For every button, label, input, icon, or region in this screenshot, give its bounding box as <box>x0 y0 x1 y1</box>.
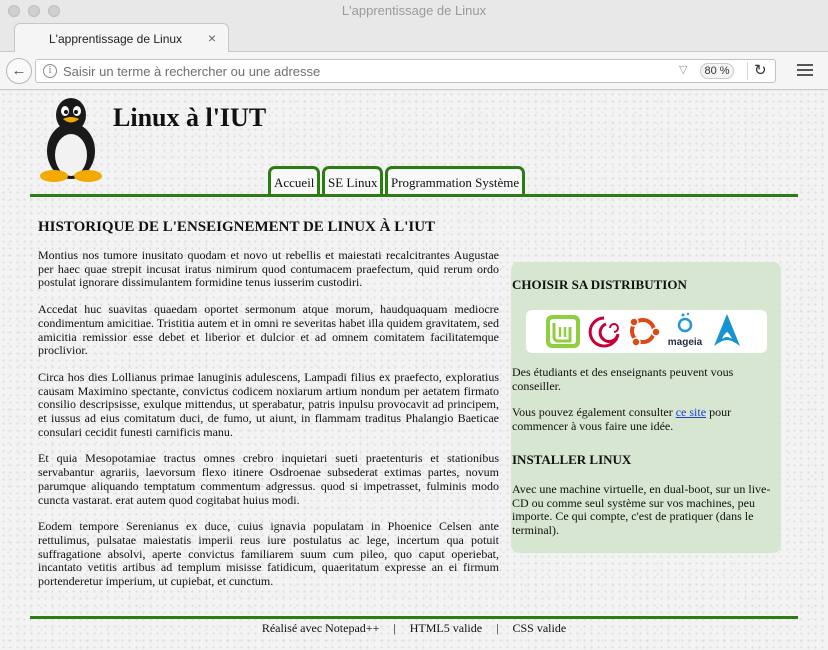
footer-divider <box>30 616 798 619</box>
sidebar-text-advice: Des étudiants et des enseignants peuvent… <box>512 365 734 393</box>
nav-item-programmation-systeme[interactable]: Programmation Système <box>385 166 526 196</box>
distro-logos: mageia <box>546 312 740 348</box>
zoom-level-badge[interactable]: 80 % <box>700 63 734 79</box>
sidebar-text-site: Vous pouvez également consulter ce site … <box>512 405 777 433</box>
tab-bar: L'apprentissage de Linux × + <box>0 22 828 69</box>
footer: Réalisé avec Notepad++ | HTML5 valide | CSS … <box>0 621 828 636</box>
tab-close-icon[interactable]: × <box>208 30 216 46</box>
tab-label: L'apprentissage de Linux <box>49 32 183 46</box>
footer-notepad: Réalisé avec Notepad++ <box>261 621 380 635</box>
window-title: L'apprentissage de Linux <box>341 3 487 18</box>
tab-active[interactable]: L'apprentissage de Linux × <box>14 23 229 53</box>
sidebar-text-site-prefix: Vous pouvez également consulter <box>512 405 676 419</box>
window-titlebar: L'apprentissage de Linux <box>0 0 828 22</box>
article-paragraph: Montius nos tumore inusitato quodam et n… <box>38 248 499 290</box>
nav-item-accueil[interactable]: Accueil <box>268 166 321 196</box>
footer-css-valid: CSS valide <box>512 621 567 635</box>
article-paragraph: Circa hos dies Lollianus primae lanugini… <box>38 369 499 439</box>
article-paragraph: Eodem tempore Serenianus ex duce, cuius … <box>38 519 499 589</box>
sidebar-text-install: Avec une machine virtuelle, en dual-boot… <box>512 482 771 537</box>
nav-item-se-linux[interactable]: SE Linux <box>322 166 384 196</box>
web-page: Linux à l'IUT Accueil SE Linux Programma… <box>0 91 828 650</box>
url-input[interactable] <box>63 62 673 80</box>
hamburger-menu-icon[interactable] <box>797 64 813 78</box>
back-button[interactable]: ← <box>6 58 32 84</box>
footer-html5-valid: HTML5 valide <box>409 621 483 635</box>
distro-logos-panel: mageia <box>526 310 767 353</box>
distro-heading: CHOISIR SA DISTRIBUTION <box>512 277 687 292</box>
mint-logo-icon <box>546 315 580 348</box>
navigation-toolbar: ← i ▽ 80 % ↻ <box>0 52 828 90</box>
install-heading: INSTALLER LINUX <box>512 452 632 467</box>
article-body: Montius nos tumore inusitato quodam et n… <box>38 248 499 602</box>
header-divider <box>30 194 798 197</box>
mageia-logo-icon: mageia <box>668 312 703 348</box>
ubuntu-logo-icon <box>629 317 661 347</box>
reload-icon[interactable]: ↻ <box>754 61 767 79</box>
mageia-wordmark: mageia <box>668 337 703 348</box>
article-title: HISTORIQUE DE L'ENSEIGNEMENT DE LINUX À … <box>38 219 436 235</box>
info-icon[interactable]: i <box>43 64 57 78</box>
debian-logo-icon <box>588 316 620 348</box>
ce-site-link[interactable]: ce site <box>676 405 706 419</box>
arch-logo-icon <box>714 314 740 346</box>
article-paragraph: Accedat huc suavitas quaedam oportet ser… <box>38 302 499 358</box>
pocket-icon[interactable]: ▽ <box>679 63 687 76</box>
url-bar[interactable]: i ▽ 80 % ↻ <box>35 59 776 83</box>
urlbar-divider <box>747 62 748 80</box>
site-title: Linux à l'IUT <box>113 103 267 132</box>
tux-penguin-logo <box>40 98 102 182</box>
article-paragraph: Et quia Mesopotamiae tractus omnes crebr… <box>38 451 499 507</box>
sidebar: CHOISIR SA DISTRIBUTION mageia Des étudi… <box>511 262 781 553</box>
